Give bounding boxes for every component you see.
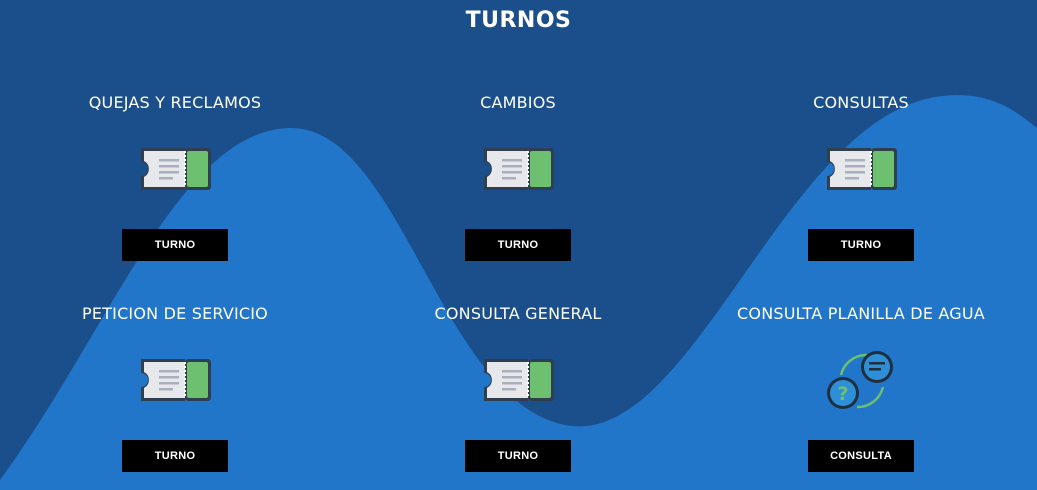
- ticket-icon: [135, 138, 215, 200]
- page-title: TURNOS: [465, 8, 572, 33]
- card-peticion-de-servicio: PETICION DE SERVICIO TURNO: [15, 304, 335, 490]
- turno-button[interactable]: TURNO: [122, 440, 228, 472]
- ticket-icon: [135, 349, 215, 411]
- turnos-screen: TURNOS QUEJAS Y RECLAMOS TURNO CAMBIOS T…: [0, 0, 1037, 490]
- turno-button[interactable]: TURNO: [465, 229, 571, 261]
- card-consulta-general: CONSULTA GENERAL TURNO: [358, 304, 678, 490]
- turno-button[interactable]: TURNO: [465, 440, 571, 472]
- ticket-icon: [478, 138, 558, 200]
- card-title: PETICION DE SERVICIO: [82, 304, 268, 323]
- ticket-icon: [821, 138, 901, 200]
- turno-button[interactable]: TURNO: [122, 229, 228, 261]
- card-quejas-y-reclamos: QUEJAS Y RECLAMOS TURNO: [15, 93, 335, 293]
- card-title: CAMBIOS: [480, 93, 556, 112]
- card-title: CONSULTAS: [813, 93, 909, 112]
- card-consultas: CONSULTAS TURNO: [701, 93, 1021, 293]
- card-consulta-planilla-de-agua: CONSULTA PLANILLA DE AGUA ? CONSULTA: [701, 304, 1021, 490]
- card-title: CONSULTA GENERAL: [434, 304, 602, 323]
- card-title: CONSULTA PLANILLA DE AGUA: [737, 304, 985, 323]
- svg-text:?: ?: [837, 383, 848, 405]
- ticket-icon: [478, 349, 558, 411]
- chat-question-icon: ?: [821, 349, 901, 411]
- turno-button[interactable]: TURNO: [808, 229, 914, 261]
- card-title: QUEJAS Y RECLAMOS: [88, 93, 262, 112]
- consulta-button[interactable]: CONSULTA: [808, 440, 914, 472]
- card-cambios: CAMBIOS TURNO: [358, 93, 678, 293]
